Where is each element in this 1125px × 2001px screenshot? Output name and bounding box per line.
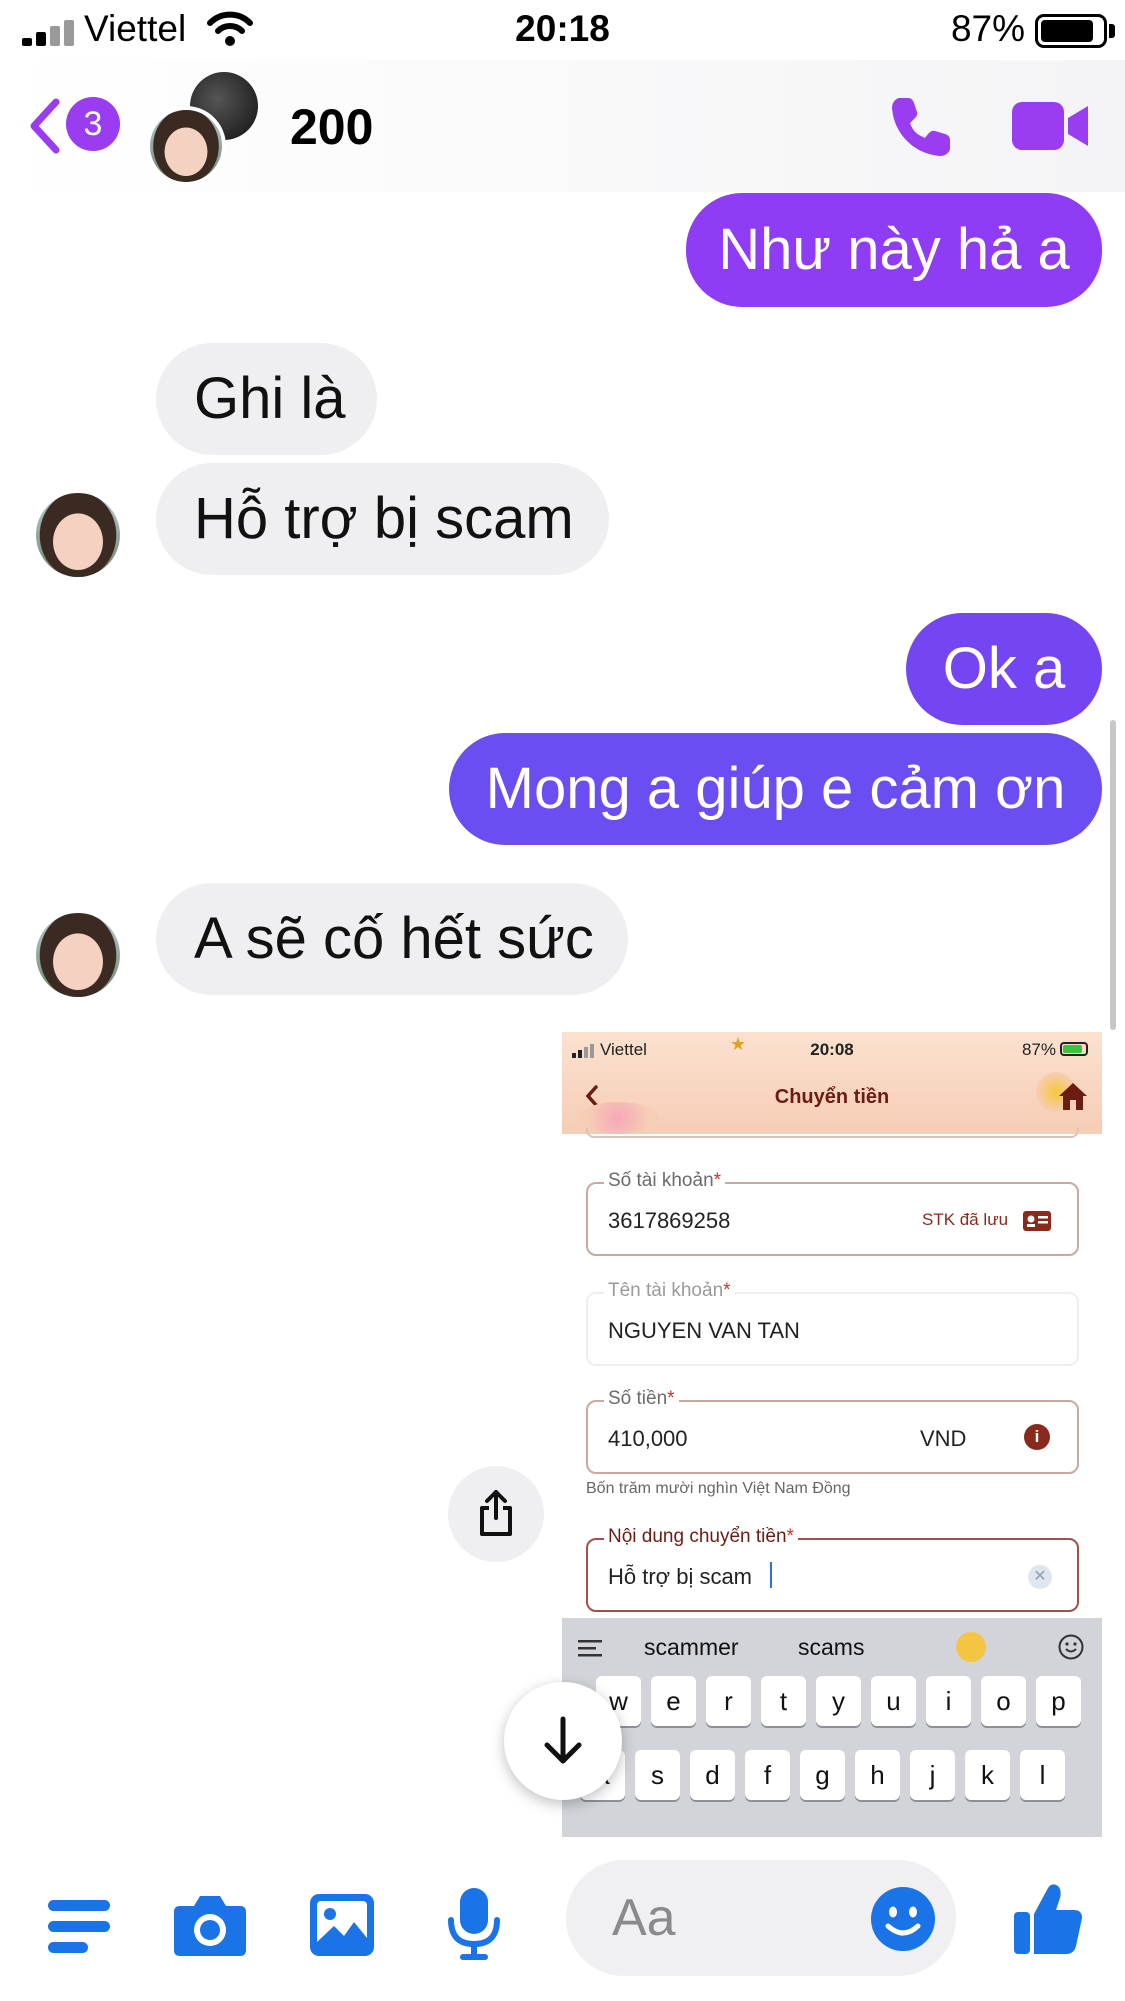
previous-field-edge — [586, 1128, 1079, 1138]
keyboard-key: k — [965, 1750, 1010, 1800]
shared-screenshot-image[interactable]: Viettel 20:08 87% ★ Chuyển tiền Số tài k… — [562, 1032, 1102, 1837]
status-bar: Viettel 20:18 87% — [0, 0, 1125, 60]
keyboard-preview: scammer scams wertyuiop asdfghjkl — [562, 1618, 1102, 1837]
suggestion-1: scammer — [644, 1634, 739, 1660]
like-thumbs-up-icon[interactable] — [1012, 1880, 1084, 1956]
keyboard-key: f — [745, 1750, 790, 1800]
shot-battery: 87% — [1021, 1040, 1056, 1059]
contact-card-icon — [1023, 1211, 1051, 1231]
group-avatar-primary[interactable] — [146, 106, 226, 186]
account-name-label: Tên tài khoản* — [604, 1280, 735, 1302]
battery-icon — [1060, 1042, 1088, 1056]
keyboard-key: l — [1020, 1750, 1065, 1800]
sender-avatar[interactable] — [36, 913, 120, 997]
keyboard-key: o — [981, 1676, 1026, 1726]
share-button[interactable] — [448, 1466, 544, 1562]
keyboard-key: y — [816, 1676, 861, 1726]
keyboard-key: i — [926, 1676, 971, 1726]
transfer-content-label: Nội dung chuyển tiền* — [604, 1526, 798, 1548]
clear-icon: ✕ — [1028, 1565, 1052, 1589]
incoming-message[interactable]: Ghi là — [156, 343, 377, 455]
amount-value: 410,000 — [608, 1426, 688, 1451]
emoji-icon — [1058, 1634, 1084, 1660]
keyboard-key: t — [761, 1676, 806, 1726]
camera-icon[interactable] — [172, 1892, 248, 1958]
keyboard-key: r — [706, 1676, 751, 1726]
star-decoration-icon: ★ — [730, 1034, 747, 1054]
keyboard-key: s — [635, 1750, 680, 1800]
suggestion-2: scams — [798, 1634, 865, 1660]
banking-app-header: Viettel 20:08 87% ★ Chuyển tiền — [562, 1032, 1102, 1134]
currency-label: VND — [920, 1426, 967, 1451]
message-input-placeholder: Aa — [612, 1889, 676, 1947]
text-cursor — [770, 1562, 772, 1588]
unread-count-badge[interactable]: 3 — [66, 97, 120, 151]
keyboard-key: e — [651, 1676, 696, 1726]
transfer-content-value: Hỗ trợ bị scam — [608, 1564, 753, 1589]
keyboard-key: d — [690, 1750, 735, 1800]
menu-icon — [578, 1640, 602, 1657]
microphone-icon[interactable] — [446, 1886, 502, 1962]
keyboard-key: h — [855, 1750, 900, 1800]
outgoing-message[interactable]: Mong a giúp e cảm ơn — [449, 733, 1102, 845]
scrollbar[interactable] — [1110, 720, 1116, 1030]
phone-call-icon[interactable] — [886, 92, 956, 162]
saved-accounts-link: STK đã lưu — [922, 1210, 1009, 1229]
incoming-message[interactable]: Hỗ trợ bị scam — [156, 463, 609, 575]
scroll-to-bottom-button[interactable] — [504, 1682, 622, 1800]
emoji-smile-icon[interactable] — [870, 1886, 936, 1952]
image-gallery-icon[interactable] — [308, 1892, 376, 1958]
keyboard-key: u — [871, 1676, 916, 1726]
menu-actions-icon[interactable] — [46, 1896, 112, 1958]
keyboard-key: j — [910, 1750, 955, 1800]
amount-in-words: Bốn trăm mười nghìn Việt Nam Đồng — [586, 1480, 851, 1497]
outgoing-message[interactable]: Như này hả a — [686, 193, 1102, 307]
outgoing-message[interactable]: Ok a — [906, 613, 1102, 725]
message-composer — [0, 1840, 1125, 2001]
home-icon — [1059, 1083, 1087, 1110]
amount-label: Số tiền* — [604, 1388, 679, 1410]
info-icon: i — [1024, 1424, 1050, 1450]
thinking-emoji-icon — [956, 1632, 986, 1662]
keyboard-key: p — [1036, 1676, 1081, 1726]
keyboard-key: g — [800, 1750, 845, 1800]
back-chevron-icon[interactable] — [26, 96, 62, 156]
account-number-value: 3617869258 — [608, 1208, 731, 1233]
incoming-message[interactable]: A sẽ cố hết sức — [156, 883, 628, 995]
battery-cap — [1109, 24, 1115, 38]
battery-percent: 87% — [950, 8, 1025, 49]
account-name-value: NGUYEN VAN TAN — [608, 1318, 800, 1343]
video-call-icon[interactable] — [1010, 100, 1090, 152]
sender-avatar[interactable] — [36, 493, 120, 577]
battery-icon — [1035, 14, 1107, 48]
account-number-label: Số tài khoản* — [604, 1170, 726, 1192]
share-icon — [480, 1490, 512, 1536]
conversation-title[interactable]: 200 — [290, 98, 373, 156]
arrow-down-icon — [544, 1716, 582, 1764]
